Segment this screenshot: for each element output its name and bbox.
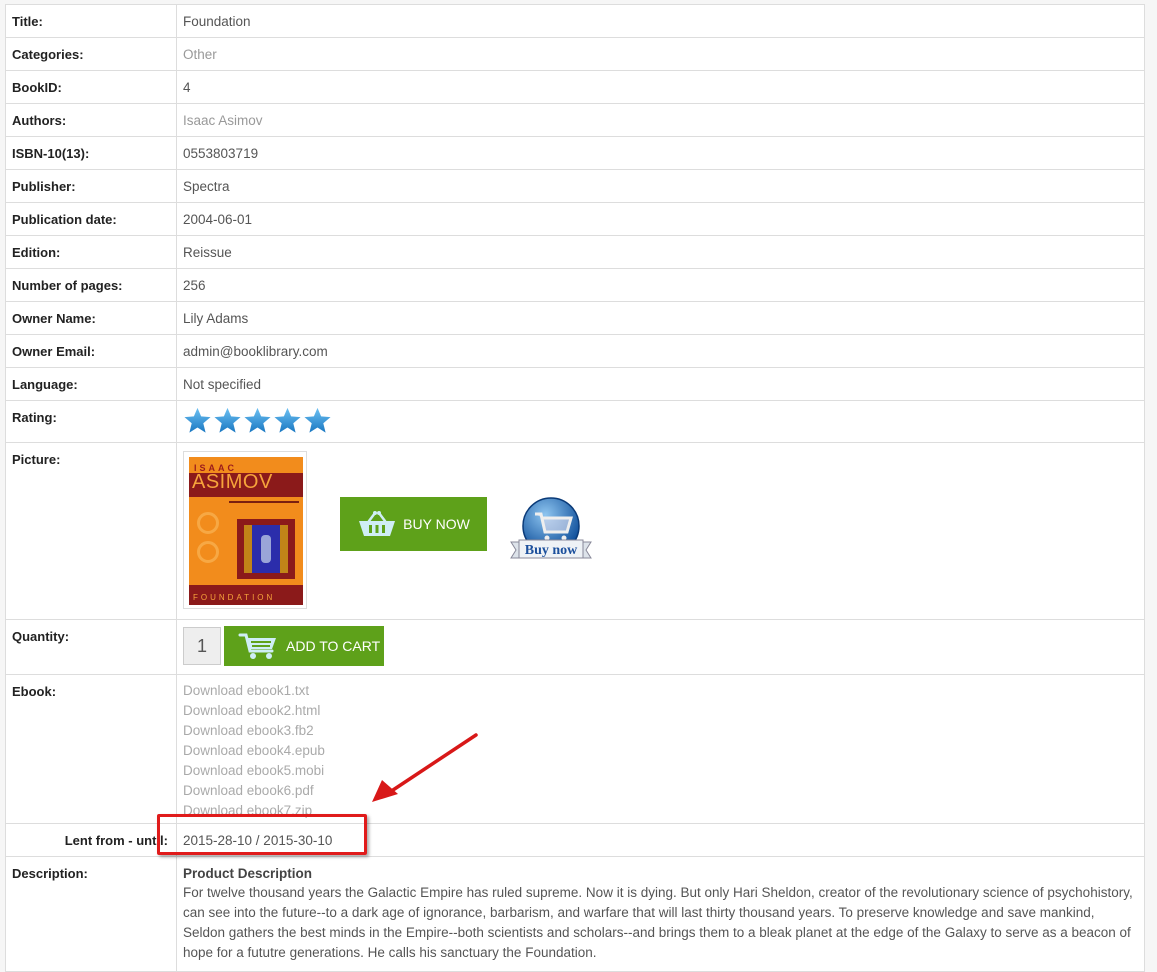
label-isbn: ISBN-10(13): [5,136,177,170]
label-ebook: Ebook: [5,674,177,824]
row-isbn: ISBN-10(13): 0553803719 [5,136,1145,170]
cover-ornament [197,511,219,534]
label-bookid: BookID: [5,70,177,104]
basket-icon [359,511,396,536]
row-bookid: BookID: 4 [5,70,1145,104]
buy-now-button[interactable]: BUY NOW [340,497,487,551]
ebook-download-link[interactable]: Download ebook4.epub [183,741,1138,761]
row-lent: Lent from - until: 2015-28-10 / 2015-30-… [5,823,1145,857]
book-details-panel: Title: Foundation Categories: Other Book… [5,4,1145,972]
row-edition: Edition: Reissue [5,235,1145,269]
value-bookid: 4 [176,70,1145,104]
star-filled-icon[interactable] [243,406,272,435]
row-publisher: Publisher: Spectra [5,169,1145,203]
label-publisher: Publisher: [5,169,177,203]
label-categories: Categories: [5,37,177,71]
ebook-download-link[interactable]: Download ebook3.fb2 [183,721,1138,741]
star-filled-icon[interactable] [303,406,332,435]
ebook-download-link[interactable]: Download ebook1.txt [183,681,1138,701]
value-owner-name: Lily Adams [176,301,1145,335]
value-language: Not specified [176,367,1145,401]
add-to-cart-label: ADD TO CART [286,637,381,654]
row-description: Description: Product Description For twe… [5,856,1145,972]
description-heading: Product Description [183,866,313,881]
row-ebook: Ebook: Download ebook1.txt Download eboo… [5,674,1145,824]
value-title: Foundation [176,4,1145,38]
author-link[interactable]: Isaac Asimov [183,113,263,128]
value-owner-email: admin@booklibrary.com [176,334,1145,368]
cover-subtitle-line [229,500,299,503]
cart-icon [238,633,276,659]
category-link[interactable]: Other [183,47,217,62]
cover-author-band: ASIMOV [192,470,273,493]
description-body: For twelve thousand years the Galactic E… [183,885,1133,960]
star-filled-icon[interactable] [273,406,302,435]
buy-now-label: BUY NOW [403,515,470,532]
row-title: Title: Foundation [5,4,1145,38]
label-publication-date: Publication date: [5,202,177,236]
label-language: Language: [5,367,177,401]
row-pages: Number of pages: 256 [5,268,1145,302]
row-authors: Authors: Isaac Asimov [5,103,1145,137]
label-owner-name: Owner Name: [5,301,177,335]
row-owner-name: Owner Name: Lily Adams [5,301,1145,335]
ebook-download-link[interactable]: Download ebook2.html [183,701,1138,721]
rating-stars[interactable] [183,406,1138,435]
cover-ornament [197,540,219,563]
value-lent: 2015-28-10 / 2015-30-10 [176,823,1145,857]
row-quantity: Quantity: 1 ADD TO CART [5,619,1145,675]
star-filled-icon[interactable] [213,406,242,435]
row-categories: Categories: Other [5,37,1145,71]
label-edition: Edition: [5,235,177,269]
cart-badge-icon: Buy now [510,497,592,559]
ebook-download-link[interactable]: Download ebook7.zip [183,801,1138,821]
row-picture: Picture: ISAAC ASIMOV FOUNDATION BUY NOW… [5,442,1145,620]
row-language: Language: Not specified [5,367,1145,401]
book-details-table: Title: Foundation Categories: Other Book… [5,4,1145,972]
value-publisher: Spectra [176,169,1145,203]
buy-now-image-button[interactable]: Buy now [509,496,593,562]
cover-frame-art [237,518,295,579]
ebook-download-link[interactable]: Download ebook6.pdf [183,781,1138,801]
buy-now-image-text: Buy now [525,543,578,558]
label-owner-email: Owner Email: [5,334,177,368]
ebook-download-link[interactable]: Download ebook5.mobi [183,761,1138,781]
ebook-links: Download ebook1.txt Download ebook2.html… [183,681,1138,821]
add-to-cart-button[interactable]: ADD TO CART [224,626,384,666]
row-rating: Rating: [5,400,1145,443]
label-authors: Authors: [5,103,177,137]
quantity-input[interactable]: 1 [183,627,221,665]
label-picture: Picture: [5,442,177,620]
label-description: Description: [5,856,177,972]
cover-art: ISAAC ASIMOV FOUNDATION [189,456,303,605]
row-owner-email: Owner Email: admin@booklibrary.com [5,334,1145,368]
label-rating: Rating: [5,400,177,443]
label-lent: Lent from - until: [5,823,177,857]
value-isbn: 0553803719 [176,136,1145,170]
value-publication-date: 2004-06-01 [176,202,1145,236]
label-quantity: Quantity: [5,619,177,675]
label-title: Title: [5,4,177,38]
book-cover-image[interactable]: ISAAC ASIMOV FOUNDATION [183,450,307,609]
label-pages: Number of pages: [5,268,177,302]
cover-title-bottom: FOUNDATION [193,592,276,602]
row-publication-date: Publication date: 2004-06-01 [5,202,1145,236]
star-filled-icon[interactable] [183,406,212,435]
value-edition: Reissue [176,235,1145,269]
value-pages: 256 [176,268,1145,302]
